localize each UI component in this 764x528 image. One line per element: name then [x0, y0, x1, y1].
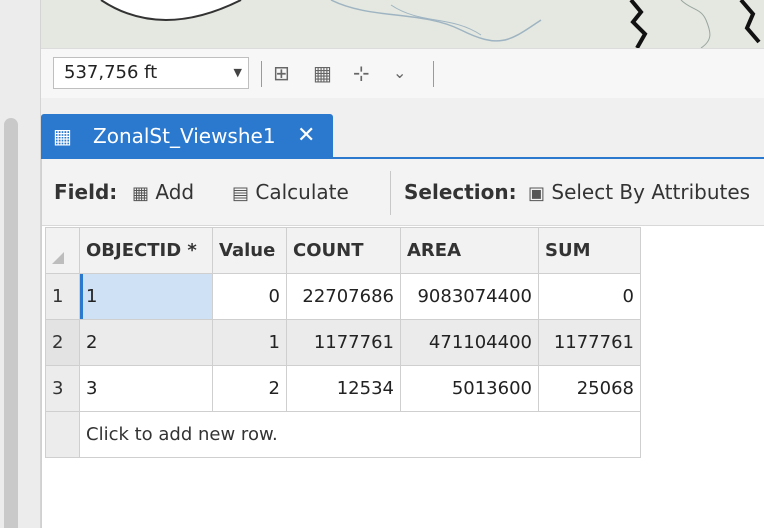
- divider: [390, 171, 391, 215]
- column-header-count[interactable]: COUNT: [286, 227, 401, 274]
- cell-objectid[interactable]: 3: [79, 365, 213, 412]
- add-field-button[interactable]: ▦ Add: [132, 179, 194, 207]
- add-new-row-prompt[interactable]: Click to add new row.: [79, 411, 641, 458]
- cell-area[interactable]: 5013600: [400, 365, 539, 412]
- select-by-attributes-label: Select By Attributes: [551, 180, 751, 204]
- map-status-bar: 537,756 ft ▼ ⊞ ▦ ⊹ ⌄: [41, 48, 764, 99]
- cell-sum[interactable]: 0: [538, 273, 641, 320]
- grid-snap-icon[interactable]: ⊞: [273, 61, 290, 85]
- cell-objectid[interactable]: 2: [79, 319, 213, 366]
- attribute-table-pane: Field: ▦ Add ▤ Calculate Selection: ▣ Se…: [41, 159, 764, 528]
- cell-sum[interactable]: 1177761: [538, 319, 641, 366]
- select-by-attributes-icon: ▣: [528, 183, 546, 204]
- column-header-value[interactable]: Value: [212, 227, 287, 274]
- cell-objectid[interactable]: 1: [79, 273, 213, 320]
- tab-label: ZonalSt_Viewshe1: [93, 124, 276, 148]
- add-field-icon: ▦: [132, 183, 150, 204]
- scale-input[interactable]: 537,756 ft ▼: [53, 57, 249, 89]
- cell-area[interactable]: 471104400: [400, 319, 539, 366]
- calculate-icon: ▤: [232, 183, 250, 204]
- table-row[interactable]: 3 3 2 12534 5013600 25068: [45, 365, 641, 412]
- table-icon: ▦: [53, 124, 72, 148]
- field-label: Field:: [54, 180, 118, 204]
- row-header[interactable]: 2: [45, 319, 80, 366]
- tab-strip: ▦ ZonalSt_Viewshe1 ✕: [41, 98, 764, 158]
- cell-value[interactable]: 2: [212, 365, 287, 412]
- close-icon[interactable]: ✕: [297, 114, 315, 158]
- snapping-icon[interactable]: ⊹: [353, 61, 370, 85]
- cell-count[interactable]: 22707686: [286, 273, 401, 320]
- select-by-attributes-button[interactable]: ▣ Select By Attributes: [528, 179, 750, 207]
- add-label: Add: [155, 180, 195, 204]
- cell-value[interactable]: 0: [212, 273, 287, 320]
- map-graphic: [41, 0, 764, 48]
- column-header-sum[interactable]: SUM: [538, 227, 641, 274]
- cell-value[interactable]: 1: [212, 319, 287, 366]
- row-header[interactable]: 1: [45, 273, 80, 320]
- cell-area[interactable]: 9083074400: [400, 273, 539, 320]
- table-toolbar: Field: ▦ Add ▤ Calculate Selection: ▣ Se…: [42, 159, 764, 226]
- cell-count[interactable]: 12534: [286, 365, 401, 412]
- grid-icon[interactable]: ▦: [313, 61, 332, 85]
- select-all-corner[interactable]: [45, 227, 80, 274]
- calculate-button[interactable]: ▤ Calculate: [232, 179, 349, 207]
- row-header-empty: [45, 411, 80, 458]
- selection-label: Selection:: [404, 180, 517, 204]
- column-header-objectid[interactable]: OBJECTID *: [79, 227, 213, 274]
- vertical-scrollbar[interactable]: [4, 118, 18, 528]
- table-row[interactable]: 1 1 0 22707686 9083074400 0: [45, 273, 641, 320]
- cell-count[interactable]: 1177761: [286, 319, 401, 366]
- calculate-label: Calculate: [255, 180, 349, 204]
- row-header[interactable]: 3: [45, 365, 80, 412]
- new-row[interactable]: Click to add new row.: [45, 411, 641, 458]
- chevron-down-icon[interactable]: ▼: [234, 58, 242, 88]
- scale-value: 537,756 ft: [64, 62, 158, 83]
- divider: [261, 61, 262, 87]
- cell-sum[interactable]: 25068: [538, 365, 641, 412]
- table-row[interactable]: 2 2 1 1177761 471104400 1177761: [45, 319, 641, 366]
- divider: [433, 61, 434, 87]
- attribute-table: OBJECTID * Value COUNT AREA SUM 1 1 0 22…: [45, 227, 641, 458]
- map-view[interactable]: [41, 0, 764, 48]
- tab-zonalst-viewshe1[interactable]: ▦ ZonalSt_Viewshe1 ✕: [41, 114, 333, 158]
- column-header-area[interactable]: AREA: [400, 227, 539, 274]
- header-row: OBJECTID * Value COUNT AREA SUM: [45, 227, 641, 274]
- chevron-down-icon[interactable]: ⌄: [393, 61, 406, 85]
